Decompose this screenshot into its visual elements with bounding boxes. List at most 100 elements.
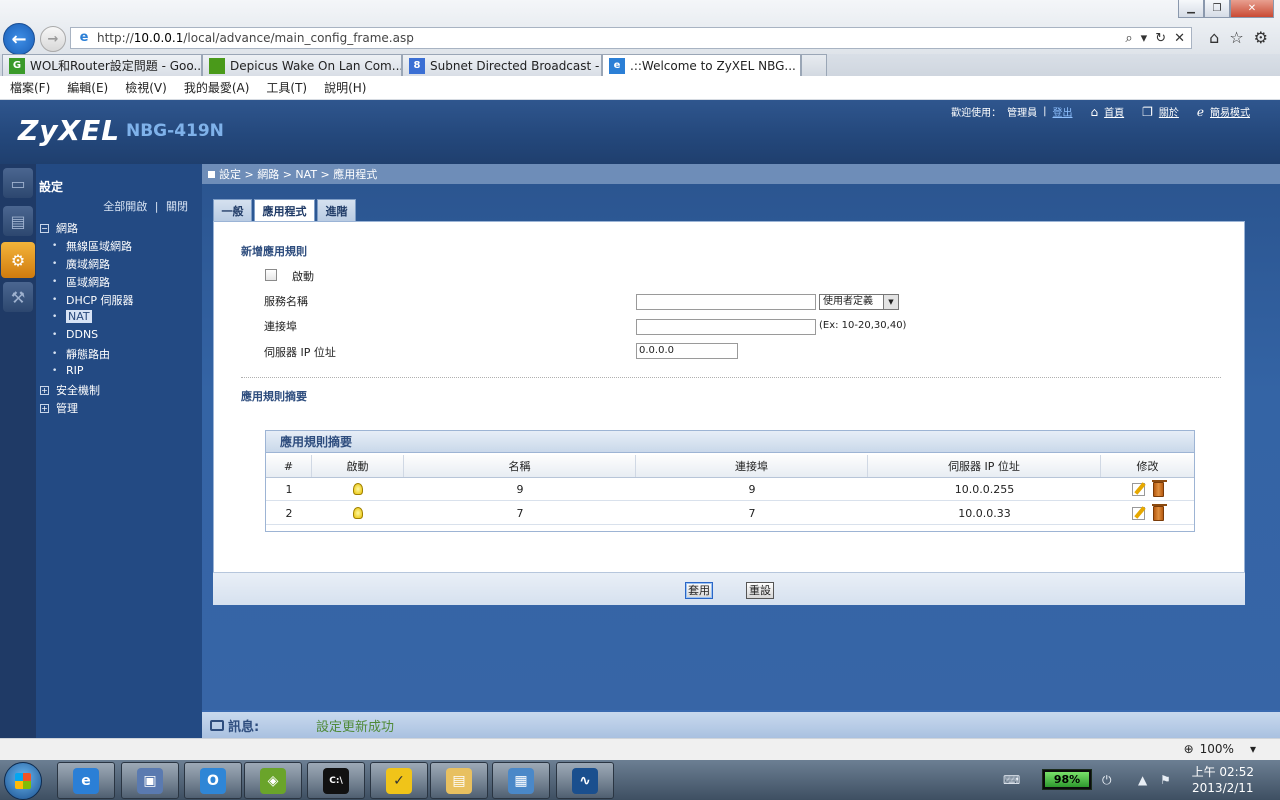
enable-checkbox[interactable] — [265, 269, 277, 281]
sidebar-group-management[interactable]: + 管理 — [40, 400, 78, 416]
expand-icon[interactable]: + — [40, 385, 49, 395]
stop-icon[interactable]: ✕ — [1174, 31, 1185, 46]
row-number: 1 — [285, 482, 293, 496]
delete-icon[interactable] — [1151, 503, 1167, 521]
sidebar-item-wan[interactable]: • 廣域網路 — [52, 256, 110, 272]
action-center-flag-icon[interactable]: ⚑ — [1160, 773, 1171, 787]
collapse-icon[interactable]: − — [40, 223, 49, 233]
maintenance-icon[interactable]: ⚒ — [3, 282, 33, 312]
lightbulb-icon[interactable] — [353, 483, 363, 495]
new-tab-button[interactable] — [801, 54, 827, 76]
browser-tab[interactable]: Depicus Wake On Lan Com... — [202, 54, 402, 76]
home-icon[interactable]: ⌂ — [1091, 105, 1099, 119]
menu-favorites[interactable]: 我的最愛(A) — [184, 79, 250, 96]
bullet-icon: • — [52, 295, 58, 305]
sidebar-group-network[interactable]: − 網路 — [40, 220, 78, 236]
menu-tools[interactable]: 工具(T) — [266, 79, 307, 96]
model-name: NBG-419N — [126, 121, 224, 141]
mode-icon-strip: ▭ ▤ ⚙ ⚒ — [0, 164, 36, 738]
forward-button[interactable]: → — [40, 26, 66, 52]
rule-ip: 10.0.0.255 — [954, 482, 1015, 496]
taskbar-cmd[interactable]: C:\ — [307, 762, 365, 799]
back-button[interactable]: ← — [3, 23, 35, 55]
chevron-down-icon[interactable]: ▾ — [1250, 742, 1256, 756]
sidebar-group-security[interactable]: + 安全機制 — [40, 382, 100, 398]
sidebar-item-nat[interactable]: • NAT — [52, 310, 92, 323]
minimize-button[interactable]: ▁ — [1178, 0, 1204, 18]
collapse-all-link[interactable]: 關閉 — [166, 200, 188, 213]
lightbulb-icon[interactable] — [353, 507, 363, 519]
tab-applications[interactable]: 應用程式 — [254, 199, 315, 222]
sidebar-item-dhcp[interactable]: • DHCP 伺服器 — [52, 292, 134, 308]
home-icon[interactable]: ⌂ — [1209, 28, 1219, 47]
breadcrumb-icon — [208, 170, 215, 178]
logout-link[interactable]: 登出 — [1053, 104, 1073, 119]
config-gear-icon[interactable]: ⚙ — [1, 242, 35, 278]
refresh-icon[interactable]: ↻ — [1155, 31, 1166, 46]
tab-general[interactable]: 一般 — [213, 199, 252, 221]
favorites-star-icon[interactable]: ☆ — [1229, 28, 1243, 47]
service-name-input[interactable] — [636, 294, 816, 310]
taskbar-outlook[interactable]: O — [184, 762, 242, 799]
home-link[interactable]: 首頁 — [1104, 104, 1124, 119]
reset-button[interactable]: 重設 — [746, 582, 774, 599]
monitor-icon[interactable]: ▤ — [3, 206, 33, 236]
browser-status-bar: ⊕ 100% ▾ — [0, 738, 1280, 760]
menu-file[interactable]: 檔案(F) — [10, 79, 50, 96]
search-icon[interactable]: ⌕ — [1125, 31, 1132, 46]
taskbar-ie[interactable]: e — [57, 762, 115, 799]
sidebar-item-ddns[interactable]: • DDNS — [52, 328, 98, 341]
close-window-button[interactable]: ✕ — [1230, 0, 1274, 18]
sidebar-item-lan[interactable]: • 區域網路 — [52, 274, 110, 290]
expand-all-link[interactable]: 全部開啟 — [103, 200, 147, 213]
server-ip-input[interactable]: 0.0.0.0 — [636, 343, 738, 359]
ie-icon: e — [73, 767, 99, 794]
about-icon[interactable]: ❐ — [1142, 105, 1153, 119]
battery-indicator[interactable]: 98% — [1042, 769, 1092, 790]
taskbar-wireshark[interactable]: ∿ — [556, 762, 614, 799]
tab-title: Subnet Directed Broadcast - ... — [430, 58, 602, 73]
tab-advanced[interactable]: 進階 — [317, 199, 356, 221]
apply-button[interactable]: 套用 — [685, 582, 713, 599]
address-bar[interactable]: e http://10.0.0.1/local/advance/main_con… — [70, 27, 1192, 49]
enabled-cell — [312, 502, 404, 524]
browser-tab-active[interactable]: e .::Welcome to ZyXEL NBG... ✕ — [602, 54, 801, 76]
taskbar-kingsoft[interactable]: ✓ — [370, 762, 428, 799]
power-plug-icon[interactable]: ⏻ — [1102, 773, 1112, 788]
about-link[interactable]: 關於 — [1159, 104, 1179, 119]
port-input[interactable] — [636, 319, 816, 335]
service-type-select[interactable]: 使用者定義 ▼ — [819, 294, 899, 310]
edit-icon[interactable] — [1131, 506, 1145, 520]
taskbar-explorer[interactable]: ▤ — [430, 762, 488, 799]
maximize-button[interactable]: ❐ — [1204, 0, 1230, 18]
show-hidden-icons-icon[interactable]: ▲ — [1138, 773, 1147, 787]
easy-mode-icon[interactable]: ℯ — [1197, 105, 1204, 119]
delete-icon[interactable] — [1151, 479, 1167, 497]
taskbar-vmware[interactable]: ◈ — [244, 762, 302, 799]
menu-view[interactable]: 檢視(V) — [125, 79, 167, 96]
menu-edit[interactable]: 編輯(E) — [67, 79, 108, 96]
browser-tab[interactable]: G WOL和Router設定問題 - Goo... — [2, 54, 202, 76]
keyboard-icon[interactable]: ⌨ — [1003, 773, 1020, 787]
easy-mode-link[interactable]: 簡易模式 — [1210, 104, 1250, 119]
sidebar-item-wireless-lan[interactable]: • 無線區域網路 — [52, 238, 132, 254]
taskbar-network[interactable]: ▣ — [121, 762, 179, 799]
sidebar-item-label: 廣域網路 — [66, 258, 110, 271]
tools-gear-icon[interactable]: ⚙ — [1254, 28, 1268, 47]
status-monitor-icon[interactable]: ▭ — [3, 168, 33, 198]
expand-icon[interactable]: + — [40, 403, 49, 413]
router-status-bar: 訊息: 設定更新成功 — [202, 710, 1280, 738]
menu-help[interactable]: 說明(H) — [324, 79, 366, 96]
browser-tab[interactable]: 8 Subnet Directed Broadcast - ... — [402, 54, 602, 76]
modify-cell — [1101, 502, 1194, 524]
sidebar-item-rip[interactable]: • RIP — [52, 364, 84, 377]
system-clock[interactable]: 上午 02:52 2013/2/11 — [1192, 764, 1254, 796]
taskbar-remote-desktop[interactable]: ▦ — [492, 762, 550, 799]
edit-icon[interactable] — [1131, 482, 1145, 496]
start-button[interactable] — [4, 762, 42, 800]
chevron-down-icon[interactable]: ▼ — [883, 295, 898, 309]
zoom-control[interactable]: ⊕ 100% ▾ — [1184, 742, 1256, 756]
sidebar-item-static-route[interactable]: • 靜態路由 — [52, 346, 110, 362]
url-text[interactable]: http://10.0.0.1/local/advance/main_confi… — [97, 31, 1125, 45]
dropdown-icon[interactable]: ▾ — [1141, 31, 1148, 46]
